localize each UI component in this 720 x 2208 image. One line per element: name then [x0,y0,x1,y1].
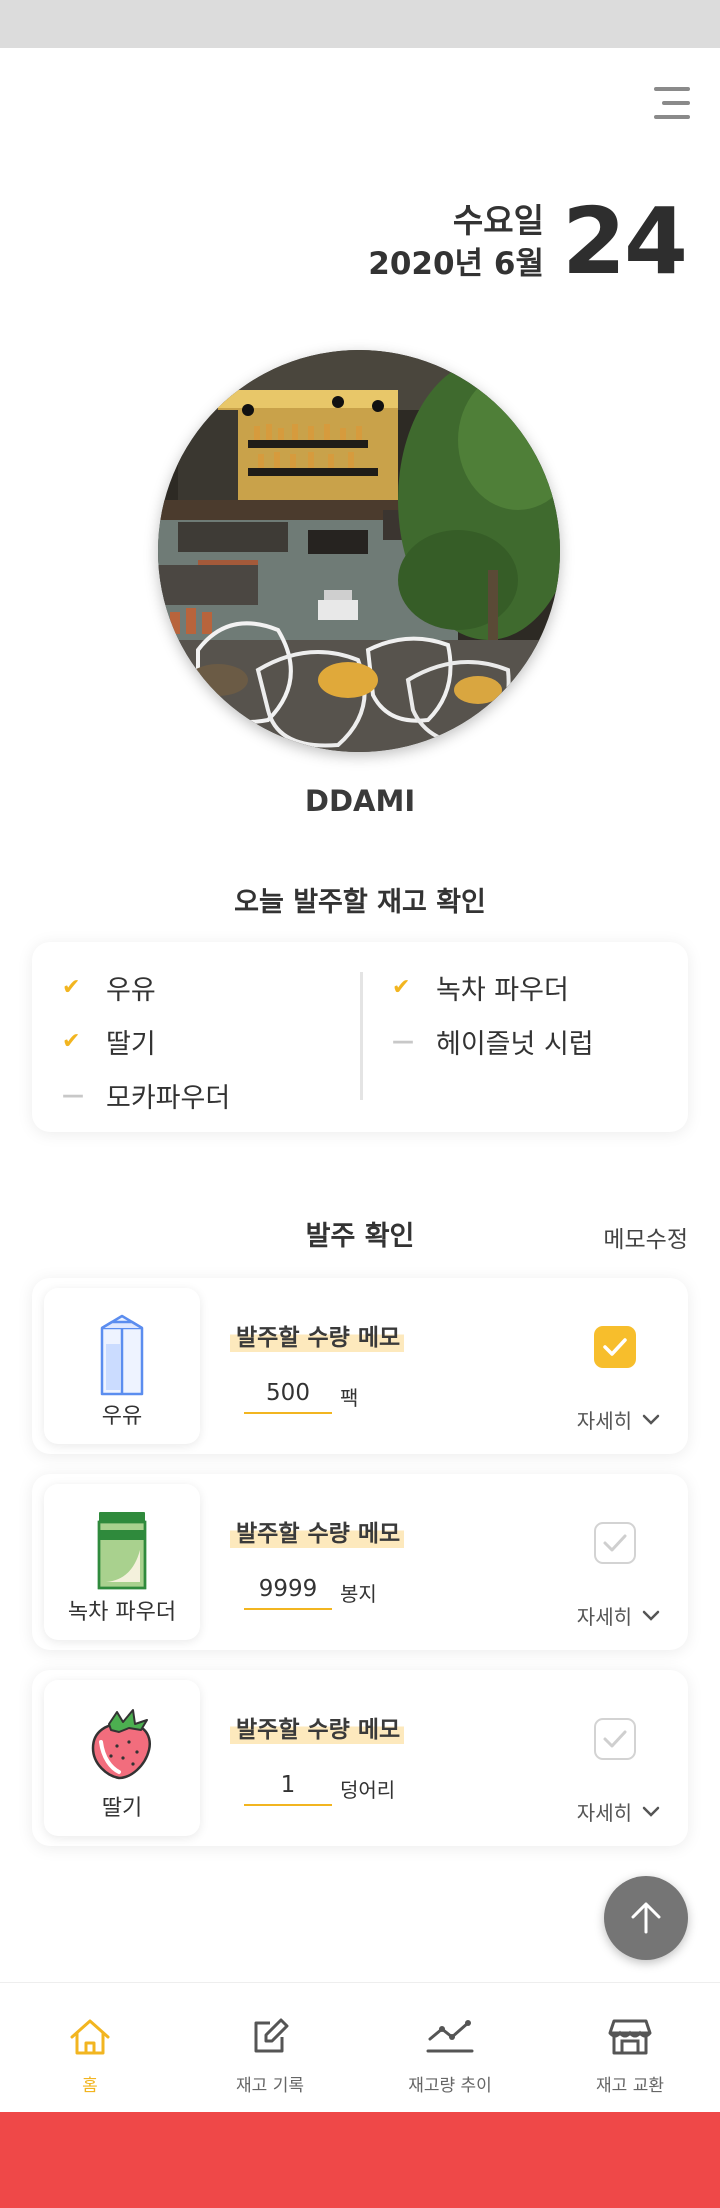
stock-check-label: 녹차 파우더 [436,974,569,1006]
checkmark-icon [603,1534,627,1552]
item-name: 녹차 파우더 [67,1600,177,1625]
checkmark-icon: ✔ [392,974,411,1000]
nav-item-home[interactable]: 홈 [0,1983,180,2113]
nav-label: 재고 기록 [236,2076,304,2096]
dash-icon: — [392,1028,414,1054]
column-divider [360,972,363,1100]
year-month: 2020년 6월 [368,246,544,282]
stock-check-card: ✔ 우유 ✔ 딸기 — 모카파우더 ✔ 녹차 파우더 — 헤이즐넛 시럽 [32,942,688,1132]
milk-carton-icon [100,1314,144,1396]
detail-label: 자세히 [576,1605,632,1629]
scroll-top-button[interactable] [604,1876,688,1960]
checkmark-icon: ✔ [62,974,81,1000]
order-checkbox[interactable] [594,1718,636,1760]
day-number: 24 [561,188,688,295]
green-tea-powder-icon [97,1512,147,1590]
stock-check-item: ✔ 녹차 파우더 [392,960,594,1014]
checkmark-icon: ✔ [62,1028,81,1054]
chevron-down-icon [642,1806,660,1817]
store-icon [608,2019,652,2055]
unit-label: 덩어리 [340,1778,396,1802]
detail-toggle[interactable]: 자세히 [577,1797,660,1826]
bottom-bar [0,2112,720,2208]
order-checkbox[interactable] [594,1326,636,1368]
detail-label: 자세히 [576,1409,632,1433]
item-name: 우유 [101,1404,143,1429]
item-name: 딸기 [101,1796,143,1821]
nav-label: 재고 교환 [596,2076,664,2096]
main-content: 수요일 2020년 6월 24 DDAMI 오늘 발주할 재고 확인 ✔ 우유 … [0,160,720,1982]
checkmark-icon [603,1730,627,1748]
detail-toggle[interactable]: 자세히 [577,1405,660,1434]
edit-icon [254,2018,289,2053]
chevron-down-icon [642,1414,660,1425]
arrow-up-icon [631,1902,661,1934]
nav-label: 홈 [82,2076,98,2096]
stock-check-item: — 모카파우더 [62,1068,230,1122]
stock-check-right-column: ✔ 녹차 파우더 — 헤이즐넛 시럽 [392,960,594,1068]
quantity-input[interactable] [244,1570,332,1610]
memo-edit-button[interactable]: 메모수정 [603,1220,688,1254]
unit-label: 봉지 [340,1582,377,1606]
memo-label: 발주할 수량 메모 [230,1318,405,1352]
bottom-nav: 홈 재고 기록 재고량 추이 재고 교환 [0,1982,720,2112]
home-icon [70,2019,110,2055]
dash-icon: — [62,1082,84,1108]
quantity-input[interactable] [244,1766,332,1806]
weekday: 수요일 [452,201,544,240]
app-bar [0,48,720,160]
item-thumbnail: 딸기 [44,1680,200,1836]
shop-name: DDAMI [304,784,416,818]
stock-check-label: 모카파우더 [106,1082,231,1114]
strawberry-icon [91,1709,152,1780]
stock-check-left-column: ✔ 우유 ✔ 딸기 — 모카파우더 [62,960,230,1122]
date-display: 수요일 2020년 6월 24 [368,188,688,295]
nav-label: 재고량 추이 [408,2076,492,2096]
memo-label: 발주할 수량 메모 [230,1514,405,1548]
trend-icon [426,2020,474,2053]
order-checkbox[interactable] [594,1522,636,1564]
nav-item-stock-record[interactable]: 재고 기록 [180,1983,360,2113]
memo-label: 발주할 수량 메모 [230,1710,405,1744]
quantity-input[interactable] [244,1374,332,1414]
stock-check-item: ✔ 우유 [62,960,230,1014]
status-bar [0,0,720,48]
stock-check-item: — 헤이즐넛 시럽 [392,1014,594,1068]
stock-check-label: 딸기 [106,1028,156,1060]
unit-label: 팩 [340,1386,359,1410]
chevron-down-icon [642,1610,660,1621]
detail-toggle[interactable]: 자세히 [577,1601,660,1630]
order-card-green-tea: 녹차 파우더 발주할 수량 메모 봉지 자세히 [32,1474,688,1650]
item-thumbnail: 녹차 파우더 [44,1484,200,1640]
nav-item-stock-trend[interactable]: 재고량 추이 [360,1983,540,2113]
order-card-strawberry: 딸기 발주할 수량 메모 덩어리 자세히 [32,1670,688,1846]
checkmark-icon [603,1338,627,1356]
stock-check-title: 오늘 발주할 재고 확인 [234,887,486,918]
stock-check-item: ✔ 딸기 [62,1014,230,1068]
item-thumbnail: 우유 [44,1288,200,1444]
detail-label: 자세히 [576,1801,632,1825]
nav-item-stock-exchange[interactable]: 재고 교환 [540,1983,720,2113]
order-card-milk: 우유 발주할 수량 메모 팩 자세히 [32,1278,688,1454]
stock-check-label: 우유 [106,974,156,1006]
hamburger-icon[interactable] [648,87,690,121]
cafe-photo [158,350,560,752]
stock-check-label: 헤이즐넛 시럽 [436,1028,594,1060]
